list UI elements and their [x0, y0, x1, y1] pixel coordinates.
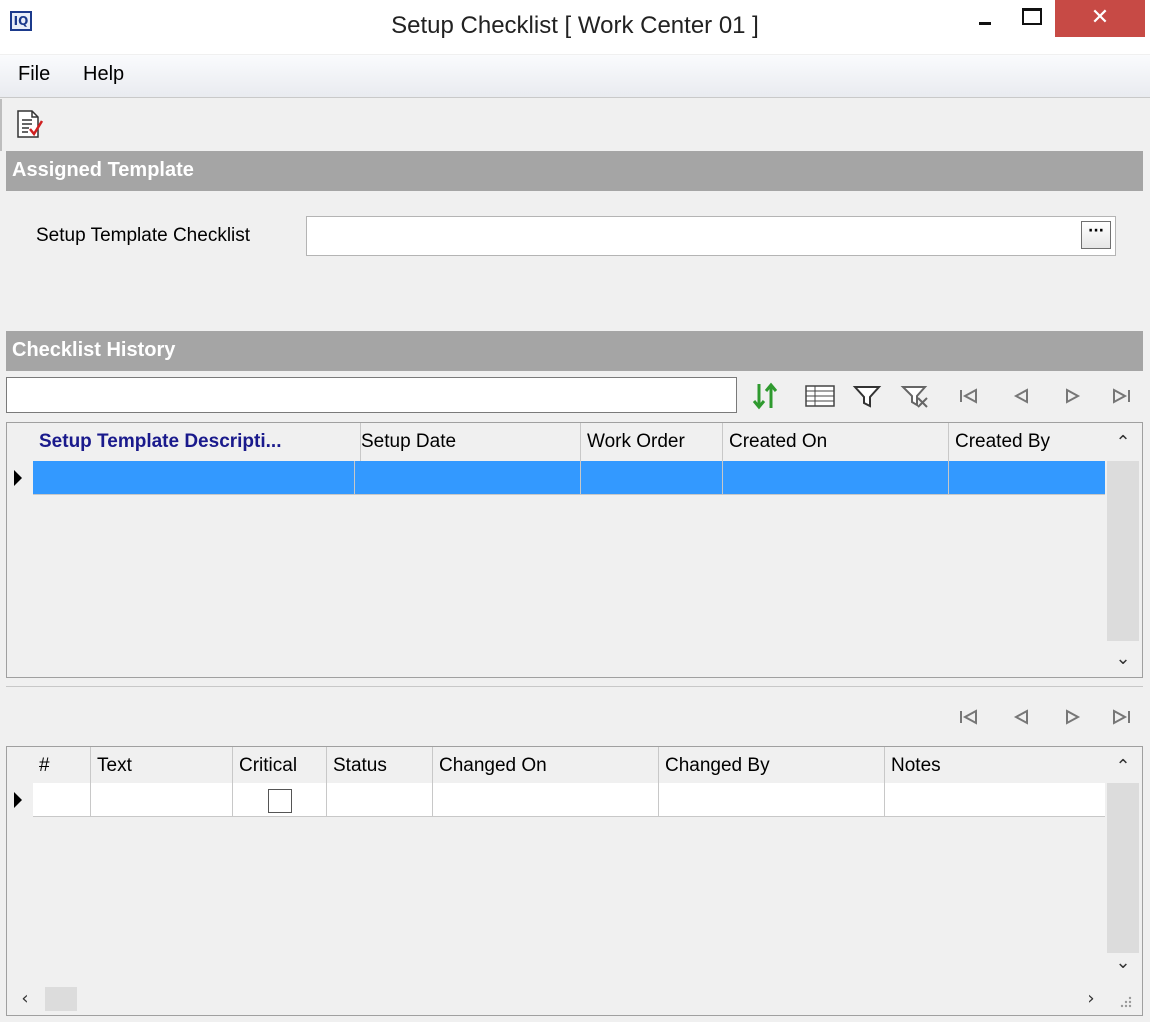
last-record-icon[interactable] — [1104, 379, 1138, 413]
cell-critical — [233, 783, 327, 817]
menu-file[interactable]: File — [18, 63, 50, 86]
cell-setup-template-description — [33, 461, 355, 495]
close-button[interactable]: ✕ — [1055, 0, 1145, 37]
column-notes[interactable]: Notes — [885, 747, 1105, 785]
scroll-right-icon[interactable]: › — [1075, 983, 1107, 1015]
cell-text — [91, 783, 233, 817]
resize-grip-icon[interactable] — [1117, 993, 1133, 1009]
scroll-up-icon[interactable]: ⌃ — [1107, 751, 1139, 783]
cell-notes — [885, 783, 1105, 817]
first-record-icon[interactable] — [952, 379, 986, 413]
horizontal-scroll-thumb[interactable] — [45, 987, 77, 1011]
items-nav-bar — [6, 686, 1143, 742]
column-status[interactable]: Status — [327, 747, 433, 785]
checklist-history-grid: Setup Template Descripti... Setup Date W… — [6, 422, 1143, 678]
row-indicator-icon — [7, 783, 31, 817]
assigned-template-header: Assigned Template — [6, 151, 1143, 191]
toolbar — [0, 99, 1150, 151]
minimize-button[interactable] — [963, 0, 1009, 38]
cell-changed-on — [433, 783, 659, 817]
previous-record-icon[interactable] — [1004, 700, 1038, 734]
grid-layout-icon[interactable] — [804, 378, 836, 414]
scroll-down-icon[interactable]: ⌄ — [1107, 643, 1139, 675]
checklist-items-grid: # Text Critical Status Changed On Change… — [6, 746, 1143, 1016]
critical-checkbox[interactable] — [268, 789, 292, 813]
cell-status — [327, 783, 433, 817]
filter-icon[interactable] — [852, 378, 884, 414]
cell-setup-date — [355, 461, 581, 495]
scroll-up-icon[interactable]: ⌃ — [1107, 427, 1139, 459]
previous-record-icon[interactable] — [1004, 379, 1038, 413]
vertical-scrollbar[interactable] — [1107, 783, 1139, 953]
cell-created-on — [723, 461, 949, 495]
column-created-on[interactable]: Created On — [723, 423, 949, 461]
setup-template-checklist-input[interactable] — [306, 216, 1116, 256]
column-number[interactable]: # — [33, 747, 91, 785]
cell-number — [33, 783, 91, 817]
title-bar: IQ Setup Checklist [ Work Center 01 ] ✕ — [0, 0, 1150, 54]
table-row[interactable] — [33, 783, 1105, 817]
cell-work-order — [581, 461, 723, 495]
row-indicator-icon — [7, 461, 31, 495]
checklist-edit-icon[interactable] — [14, 109, 44, 139]
setup-template-checklist-label: Setup Template Checklist — [36, 225, 251, 246]
column-changed-on[interactable]: Changed On — [433, 747, 659, 785]
history-search-input[interactable] — [6, 377, 737, 413]
menu-help[interactable]: Help — [83, 63, 124, 86]
cell-changed-by — [659, 783, 885, 817]
next-record-icon[interactable] — [1056, 700, 1090, 734]
column-work-order[interactable]: Work Order — [581, 423, 723, 461]
column-setup-date[interactable]: Setup Date — [355, 423, 581, 461]
checklist-history-header: Checklist History — [6, 331, 1143, 371]
lookup-button[interactable]: ··· — [1081, 221, 1111, 249]
scroll-down-icon[interactable]: ⌄ — [1107, 947, 1139, 979]
last-record-icon[interactable] — [1104, 700, 1138, 734]
cell-created-by — [949, 461, 1105, 495]
column-changed-by[interactable]: Changed By — [659, 747, 885, 785]
horizontal-scrollbar[interactable]: ‹ › — [7, 983, 1142, 1015]
next-record-icon[interactable] — [1056, 379, 1090, 413]
column-created-by[interactable]: Created By — [949, 423, 1105, 461]
scroll-left-icon[interactable]: ‹ — [9, 983, 41, 1015]
column-setup-template-description[interactable]: Setup Template Descripti... — [33, 423, 361, 461]
vertical-scrollbar[interactable] — [1107, 461, 1139, 641]
first-record-icon[interactable] — [952, 700, 986, 734]
sort-icon[interactable] — [750, 378, 782, 414]
column-text[interactable]: Text — [91, 747, 233, 785]
table-row[interactable] — [33, 461, 1105, 495]
maximize-button[interactable] — [1008, 0, 1054, 38]
menu-bar: File Help — [0, 55, 1150, 98]
clear-filter-icon[interactable] — [900, 378, 932, 414]
column-critical[interactable]: Critical — [233, 747, 327, 785]
